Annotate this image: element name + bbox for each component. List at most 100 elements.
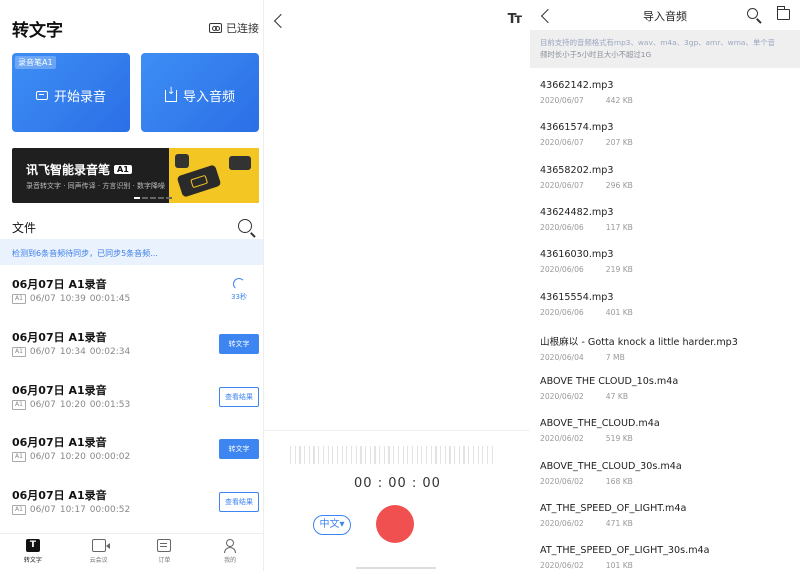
file-date: 2020/06/07 bbox=[540, 138, 584, 148]
import-audio-label: 导入音频 bbox=[182, 90, 235, 105]
file-name: AT_THE_SPEED_OF_LIGHT.m4a bbox=[540, 503, 687, 514]
file-name: 山根麻以 - Gotta knock a little harder.mp3 bbox=[540, 336, 738, 348]
document-icon bbox=[157, 539, 172, 552]
file-date: 2020/06/06 bbox=[540, 265, 584, 275]
transcribe-icon bbox=[25, 539, 40, 552]
file-date: 2020/06/04 bbox=[540, 352, 584, 362]
format-notice: 目前支持的音频格式有mp3、wav、m4a、3gp、amr、wma、单个音 频时… bbox=[530, 30, 800, 68]
transcribe-button[interactable]: 转文字 bbox=[219, 334, 259, 354]
start-recording-button[interactable]: 录音笔A1 开始录音 bbox=[12, 53, 130, 132]
record-button[interactable] bbox=[376, 505, 414, 543]
language-select[interactable]: 中文▾ bbox=[313, 515, 351, 535]
file-date: 2020/06/06 bbox=[540, 307, 584, 317]
page-title: 转文字 bbox=[12, 21, 63, 41]
banner-title: 讯飞智能录音笔 bbox=[26, 163, 111, 177]
carousel-dots bbox=[134, 197, 172, 199]
file-item[interactable]: ABOVE_THE_CLOUD_30s.m4a 2020/06/02 168 KB bbox=[540, 461, 795, 503]
connection-label: 已连接 bbox=[226, 22, 259, 35]
transcribe-panel: 转文字 已连接 录音笔A1 开始录音 导入音频 讯飞智能录音笔A1 录音转文字 … bbox=[0, 0, 263, 571]
file-date: 2020/06/02 bbox=[540, 392, 584, 402]
recording-panel: Tт 00 : 00 : 00 中文▾ bbox=[263, 0, 530, 571]
view-result-button[interactable]: 查看结果 bbox=[219, 492, 259, 512]
file-item[interactable]: 43661574.mp3 2020/06/07 207 KB bbox=[540, 122, 795, 164]
file-item[interactable]: 43662142.mp3 2020/06/07 442 KB bbox=[540, 80, 795, 122]
file-item[interactable]: AT_THE_SPEED_OF_LIGHT.m4a 2020/06/02 471 K… bbox=[540, 503, 795, 545]
folder-icon[interactable] bbox=[776, 6, 790, 20]
file-date: 2020/06/07 bbox=[540, 180, 584, 190]
tab-transcribe[interactable]: 转文字 bbox=[0, 534, 66, 571]
banner-badge: A1 bbox=[114, 165, 132, 174]
font-size-icon[interactable]: Tт bbox=[508, 12, 522, 27]
video-camera-icon bbox=[91, 539, 110, 552]
connection-status[interactable]: 已连接 bbox=[209, 20, 259, 36]
file-item[interactable]: 43658202.mp3 2020/06/07 296 KB bbox=[540, 165, 795, 207]
tab-orders[interactable]: 订单 bbox=[132, 534, 198, 571]
file-date: 2020/06/02 bbox=[540, 434, 584, 444]
file-size: 442 KB bbox=[605, 96, 633, 105]
recording-timer: 00 : 00 : 00 bbox=[354, 476, 441, 491]
file-item[interactable]: ABOVE THE CLOUD_10s.m4a 2020/06/02 47 KB bbox=[540, 376, 795, 418]
file-item[interactable]: 43624482.mp3 2020/06/06 117 KB bbox=[540, 207, 795, 249]
file-size: 101 KB bbox=[605, 561, 633, 571]
sync-status-bar[interactable]: 检测到6条音频待同步，已同步5条音频... bbox=[0, 239, 263, 265]
file-name: 43615554.mp3 bbox=[540, 291, 614, 303]
header: 转文字 已连接 bbox=[0, 0, 263, 52]
file-date: 2020/06/06 bbox=[540, 222, 584, 232]
file-date: 2020/06/02 bbox=[540, 476, 584, 486]
file-item[interactable]: AT_THE_SPEED_OF_LIGHT_30s.m4a 2020/06/02 1… bbox=[540, 545, 795, 571]
file-size: 7 MB bbox=[605, 352, 625, 362]
file-size: 519 KB bbox=[605, 434, 633, 444]
waveform bbox=[290, 445, 500, 465]
tab-profile[interactable]: 我的 bbox=[197, 534, 263, 571]
record-title: 06月07日 A1录音 bbox=[12, 384, 107, 397]
transcribe-button[interactable]: 转文字 bbox=[219, 439, 259, 459]
file-name: ABOVE THE CLOUD_10s.m4a bbox=[540, 376, 679, 388]
file-size: 219 KB bbox=[605, 265, 633, 275]
file-item[interactable]: 43615554.mp3 2020/06/06 401 KB bbox=[540, 292, 795, 334]
divider bbox=[264, 430, 530, 431]
file-size: 401 KB bbox=[605, 307, 633, 317]
import-audio-panel: 导入音频 目前支持的音频格式有mp3、wav、m4a、3gp、amr、wma、单… bbox=[530, 0, 800, 571]
download-icon bbox=[164, 86, 177, 102]
loading-icon bbox=[233, 278, 246, 290]
file-size: 296 KB bbox=[605, 180, 633, 190]
file-date: 2020/06/02 bbox=[540, 519, 584, 528]
file-name: 43624482.mp3 bbox=[540, 206, 614, 218]
file-item[interactable]: 山根麻以 - Gotta knock a little harder.mp3 20… bbox=[540, 334, 795, 376]
home-indicator bbox=[356, 567, 436, 569]
tab-cloud-meeting[interactable]: 云会议 bbox=[66, 534, 132, 571]
file-item[interactable]: 43616030.mp3 2020/06/06 219 KB bbox=[540, 249, 795, 291]
file-item[interactable]: ABOVE_THE_CLOUD.m4a 2020/06/02 519 KB bbox=[540, 418, 795, 460]
promo-banner[interactable]: 讯飞智能录音笔 A1 录音转文字 · 同声传译 · 方言识别 · 数字降噪 bbox=[12, 148, 259, 203]
back-icon[interactable] bbox=[273, 13, 289, 29]
banner-subtitle: 录音转文字 · 同声传译 · 方言识别 · 数字降噪 bbox=[26, 182, 166, 190]
list-item[interactable]: 06月07日 A1录音 A1 06/07 10:20 00:01:53 查看结果 bbox=[0, 382, 263, 434]
list-item[interactable]: 06月07日 A1录音 A1 06/07 10:20 00:00:02 转文字 bbox=[0, 434, 263, 486]
file-size: 47 KB bbox=[605, 392, 629, 402]
search-icon[interactable] bbox=[747, 8, 758, 19]
file-name: ABOVE_THE_CLOUD_30s.m4a bbox=[540, 460, 682, 472]
list-item[interactable]: 06月07日 A1录音 A1 06/07 10:34 00:02:34 转文字 bbox=[0, 329, 263, 381]
recorder-icon bbox=[209, 23, 222, 33]
recorder-icon bbox=[35, 91, 48, 100]
file-size: 117 KB bbox=[605, 222, 633, 232]
search-icon[interactable] bbox=[238, 219, 252, 233]
file-name: 43661574.mp3 bbox=[540, 122, 614, 134]
record-title: 06月07日 A1录音 bbox=[12, 331, 107, 344]
file-name: 43658202.mp3 bbox=[540, 164, 614, 176]
progress-indicator: 33秒 bbox=[231, 278, 247, 302]
record-title: 06月07日 A1录音 bbox=[12, 278, 107, 291]
record-title: 06月07日 A1录音 bbox=[12, 436, 107, 449]
list-item[interactable]: 06月07日 A1录音 A1 06/07 10:17 00:00:52 查看结果 bbox=[0, 487, 263, 539]
list-item[interactable]: 06月07日 A1录音 A1 06/07 10:39 00:01:45 33秒 bbox=[0, 276, 263, 328]
view-result-button[interactable]: 查看结果 bbox=[219, 387, 259, 407]
file-name: AT_THE_SPEED_OF_LIGHT_30s.m4a bbox=[540, 545, 710, 557]
notice-line: 目前支持的音频格式有mp3、wav、m4a、3gp、amr、wma、单个音 bbox=[540, 38, 776, 47]
file-name: ABOVE_THE_CLOUD.m4a bbox=[540, 418, 660, 430]
record-title: 06月07日 A1录音 bbox=[12, 489, 107, 502]
import-audio-button[interactable]: 导入音频 bbox=[141, 53, 259, 132]
user-icon bbox=[223, 539, 237, 553]
file-date: 2020/06/02 bbox=[540, 561, 584, 571]
file-name: 43616030.mp3 bbox=[540, 249, 614, 261]
device-image bbox=[229, 156, 251, 170]
